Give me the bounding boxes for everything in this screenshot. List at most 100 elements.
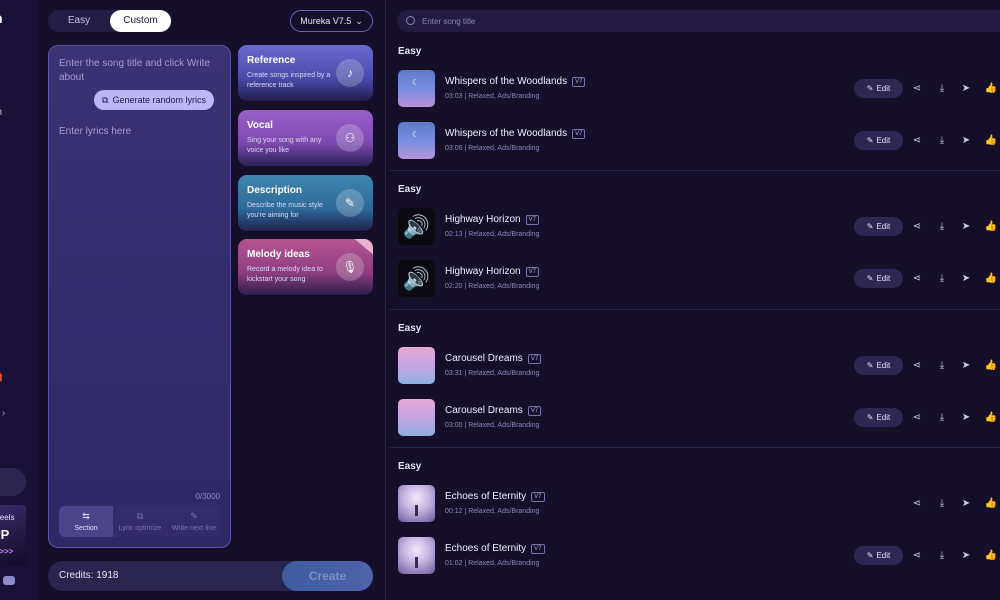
- thumbs-up-icon[interactable]: 👍: [984, 359, 998, 373]
- edit-button[interactable]: ✎ Edit: [854, 79, 903, 98]
- section-icon: ⇆: [82, 511, 90, 521]
- gift-icon: 🎁: [0, 373, 3, 384]
- share-icon[interactable]: ⋖: [910, 272, 924, 286]
- group-label: Easy: [398, 461, 422, 472]
- song-title[interactable]: Carousel Dreams: [445, 405, 523, 416]
- promo-line-1: Reels: [0, 513, 15, 522]
- song-cover[interactable]: 🔊: [398, 208, 435, 245]
- song-row[interactable]: 🔊 Highway Horizon V7 02:13 | Relaxed, Ads/B…: [398, 208, 1000, 248]
- thumbs-up-icon[interactable]: 👍: [984, 82, 998, 96]
- thumbs-up-icon[interactable]: 👍: [984, 220, 998, 234]
- song-row[interactable]: Carousel Dreams V7 03:00 | Relaxed, Ads/Br…: [398, 399, 1000, 439]
- send-icon[interactable]: ➤: [959, 359, 973, 373]
- song-title-group: Carousel Dreams V7: [445, 353, 542, 364]
- card-title: Melody ideas: [247, 249, 310, 260]
- sidebar-item-credits[interactable]: its 🎁: [0, 373, 3, 384]
- song-title[interactable]: Highway Horizon: [445, 214, 521, 225]
- song-title-group: Carousel Dreams V7: [445, 405, 542, 416]
- song-title[interactable]: Whispers of the Woodlands: [445, 128, 567, 139]
- share-icon[interactable]: ⋖: [910, 549, 924, 563]
- song-row[interactable]: Echoes of Eternity V7 01:02 | Relaxed, Ads…: [398, 537, 1000, 577]
- share-icon[interactable]: ⋖: [910, 411, 924, 425]
- search-input[interactable]: [422, 12, 1000, 30]
- thumbs-up-icon[interactable]: 👍: [984, 411, 998, 425]
- song-cover[interactable]: [398, 537, 435, 574]
- discord-icon[interactable]: [3, 576, 15, 585]
- reference-card[interactable]: Reference Create songs inspired by a ref…: [238, 45, 373, 101]
- song-title[interactable]: Whispers of the Woodlands: [445, 76, 567, 87]
- song-row[interactable]: Echoes of Eternity V7 00:12 | Relaxed, Ads…: [398, 485, 1000, 525]
- edit-button[interactable]: ✎ Edit: [854, 131, 903, 150]
- download-icon[interactable]: ⤓: [935, 82, 949, 96]
- song-title[interactable]: Highway Horizon: [445, 266, 521, 277]
- download-icon[interactable]: ⤓: [935, 272, 949, 286]
- song-meta: 00:12 | Relaxed, Ads/Branding: [445, 508, 540, 515]
- edit-button[interactable]: ✎ Edit: [854, 269, 903, 288]
- song-title[interactable]: Echoes of Eternity: [445, 543, 526, 554]
- edit-label: Edit: [876, 361, 891, 370]
- download-icon[interactable]: ⤓: [935, 411, 949, 425]
- edit-button[interactable]: ✎ Edit: [854, 546, 903, 565]
- song-cover[interactable]: [398, 399, 435, 436]
- download-icon[interactable]: ⤓: [935, 549, 949, 563]
- generate-random-lyrics-button[interactable]: ⧉ Generate random lyrics: [94, 90, 214, 110]
- edit-button[interactable]: ✎ Edit: [854, 217, 903, 236]
- send-icon[interactable]: ➤: [959, 134, 973, 148]
- song-title-input[interactable]: Enter the song title and click Write abo…: [59, 57, 219, 85]
- download-icon[interactable]: ⤓: [935, 220, 949, 234]
- song-cover[interactable]: [398, 70, 435, 107]
- thumbs-up-icon[interactable]: 👍: [984, 134, 998, 148]
- create-button[interactable]: Create: [282, 561, 373, 591]
- song-cover[interactable]: [398, 122, 435, 159]
- download-icon[interactable]: ⤓: [935, 359, 949, 373]
- send-icon[interactable]: ➤: [959, 272, 973, 286]
- download-icon[interactable]: ⤓: [935, 497, 949, 511]
- version-badge: V7: [531, 543, 545, 554]
- sidebar-item-speech[interactable]: ech: [0, 107, 2, 118]
- download-icon[interactable]: ⤓: [935, 134, 949, 148]
- mode-easy-button[interactable]: Easy: [48, 10, 110, 32]
- section-tool-button[interactable]: ⇆ Section: [59, 506, 113, 537]
- chevron-right-icon[interactable]: ›: [2, 408, 5, 419]
- lyric-optimize-button[interactable]: ⧉ Lyric optimize: [113, 506, 167, 537]
- tool-label: Write next line: [171, 525, 217, 532]
- song-cover[interactable]: [398, 485, 435, 522]
- promo-banner[interactable]: Reels PP S>>>: [0, 505, 26, 565]
- sidebar-upgrade-button[interactable]: [0, 468, 26, 496]
- song-row[interactable]: Carousel Dreams V7 03:31 | Relaxed, Ads/Br…: [398, 347, 1000, 387]
- send-icon[interactable]: ➤: [959, 82, 973, 96]
- promo-line-2: PP: [0, 527, 10, 542]
- thumbs-up-icon[interactable]: 👍: [984, 549, 998, 563]
- song-row[interactable]: 🔊 Highway Horizon V7 02:20 | Relaxed, Ads/B…: [398, 260, 1000, 300]
- logo: n: [0, 10, 3, 26]
- send-icon[interactable]: ➤: [959, 220, 973, 234]
- edit-button[interactable]: ✎ Edit: [854, 356, 903, 375]
- send-icon[interactable]: ➤: [959, 411, 973, 425]
- edit-button[interactable]: ✎ Edit: [854, 408, 903, 427]
- melody-ideas-card[interactable]: Melody ideas Record a melody idea to kic…: [238, 239, 373, 295]
- write-next-line-button[interactable]: ✎ Write next line: [167, 506, 221, 537]
- send-icon[interactable]: ➤: [959, 497, 973, 511]
- song-title-group: Echoes of Eternity V7: [445, 543, 545, 554]
- share-icon[interactable]: ⋖: [910, 497, 924, 511]
- lyrics-input[interactable]: Enter lyrics here: [59, 126, 131, 137]
- send-icon[interactable]: ➤: [959, 549, 973, 563]
- thumbs-up-icon[interactable]: 👍: [984, 497, 998, 511]
- model-select[interactable]: Mureka V7.5 ⌄: [290, 10, 373, 32]
- song-row[interactable]: Whispers of the Woodlands V7 03:03 | Relax…: [398, 70, 1000, 110]
- song-cover[interactable]: [398, 347, 435, 384]
- share-icon[interactable]: ⋖: [910, 82, 924, 96]
- mode-custom-button[interactable]: Custom: [110, 10, 171, 32]
- description-card[interactable]: Description Describe the music style you…: [238, 175, 373, 231]
- thumbs-up-icon[interactable]: 👍: [984, 272, 998, 286]
- song-cover[interactable]: 🔊: [398, 260, 435, 297]
- share-icon[interactable]: ⋖: [910, 220, 924, 234]
- song-title[interactable]: Echoes of Eternity: [445, 491, 526, 502]
- song-row[interactable]: Whispers of the Woodlands V7 03:06 | Relax…: [398, 122, 1000, 162]
- pencil-icon: ✎: [866, 222, 874, 231]
- tool-label: Section: [74, 525, 98, 532]
- share-icon[interactable]: ⋖: [910, 359, 924, 373]
- share-icon[interactable]: ⋖: [910, 134, 924, 148]
- vocal-card[interactable]: Vocal Sing your song with any voice you …: [238, 110, 373, 166]
- song-title[interactable]: Carousel Dreams: [445, 353, 523, 364]
